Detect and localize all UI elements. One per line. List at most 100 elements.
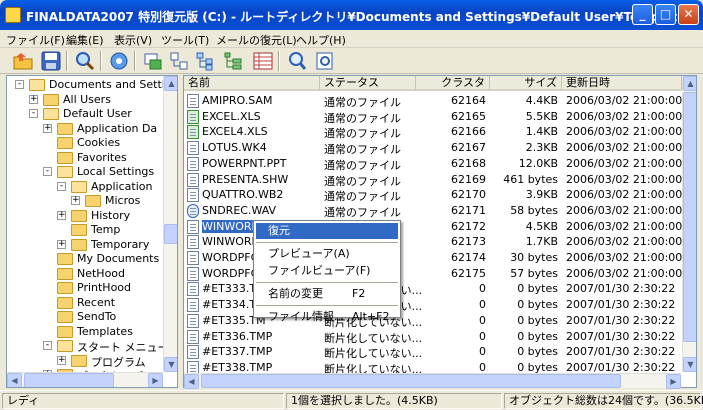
expand-toggle-icon[interactable]: + bbox=[43, 123, 52, 133]
menu-help[interactable]: ヘルプ(H) bbox=[296, 32, 346, 48]
recover-icon[interactable] bbox=[142, 50, 164, 72]
list-view-icon[interactable] bbox=[252, 50, 274, 72]
menu-view[interactable]: 表示(V) bbox=[114, 32, 152, 48]
search-icon[interactable] bbox=[74, 50, 96, 72]
scroll-right-button[interactable]: ▶ bbox=[148, 373, 163, 387]
scroll-down-button[interactable]: ▼ bbox=[164, 357, 177, 372]
expand-toggle-icon[interactable]: - bbox=[43, 167, 52, 176]
tree-item[interactable]: + Micros bbox=[7, 194, 163, 208]
tree-item[interactable]: - Documents and Settin bbox=[7, 78, 172, 92]
file-size: 5.5KB bbox=[525, 109, 558, 123]
file-name: WORDPFC bbox=[202, 251, 259, 264]
column-header-status[interactable]: ステータス bbox=[320, 76, 416, 91]
tree-item[interactable]: + Temporary bbox=[7, 238, 163, 252]
menu-edit[interactable]: 編集(E) bbox=[66, 32, 104, 48]
column-header-modified[interactable]: 更新日時 bbox=[562, 76, 682, 91]
expand-toggle-icon[interactable]: + bbox=[57, 210, 66, 220]
scroll-up-button[interactable]: ▲ bbox=[164, 76, 177, 91]
scroll-down-button[interactable]: ▼ bbox=[683, 357, 696, 372]
column-header-cluster[interactable]: クラスタ bbox=[416, 76, 490, 91]
tree-item[interactable]: Temp bbox=[7, 223, 163, 237]
tree-item[interactable]: Cookies bbox=[7, 136, 163, 150]
tree-icon[interactable] bbox=[194, 50, 216, 72]
close-button[interactable]: ✕ bbox=[678, 4, 699, 25]
column-header-size[interactable]: サイズ bbox=[490, 76, 562, 91]
tree-item[interactable]: - Default User bbox=[7, 107, 163, 121]
expand-toggle-icon[interactable]: + bbox=[29, 94, 38, 104]
tree-item-label: Cookies bbox=[77, 136, 121, 149]
table-row[interactable]: LOTUS.WK4 通常のファイル 62167 2.3KB 2006/03/02 21:… bbox=[184, 140, 682, 156]
table-row[interactable]: AMIPRO.SAM 通常のファイル 62164 4.4KB 2006/03/02 21… bbox=[184, 93, 682, 109]
tree-item[interactable]: - Local Settings bbox=[7, 165, 163, 179]
scroll-thumb[interactable] bbox=[683, 92, 696, 342]
expand-toggle-icon[interactable]: + bbox=[57, 239, 66, 249]
audio-file-icon bbox=[187, 203, 199, 218]
context-menu-item[interactable]: 名前の変更 F2 bbox=[256, 286, 398, 302]
scroll-left-button[interactable]: ◀ bbox=[7, 373, 22, 387]
menu-file[interactable]: ファイル(F) bbox=[6, 32, 65, 48]
table-row[interactable]: PRESENTA.SHW 通常のファイル 62169 461 bytes 2006/03… bbox=[184, 172, 682, 188]
tree-horizontal-scrollbar[interactable]: ◀ ▶ bbox=[7, 372, 163, 387]
settings-icon[interactable] bbox=[108, 50, 130, 72]
table-row[interactable]: EXCEL.XLS 通常のファイル 62165 5.5KB 2006/03/02 21:… bbox=[184, 109, 682, 125]
folder-icon bbox=[29, 79, 45, 91]
expand-toggle-icon[interactable]: - bbox=[43, 341, 52, 350]
column-header-name[interactable]: 名前 bbox=[184, 76, 320, 91]
file-status: 通常のファイル bbox=[324, 205, 401, 219]
maximize-button[interactable]: □ bbox=[655, 4, 676, 25]
tree-item[interactable]: Recent bbox=[7, 296, 163, 310]
table-row[interactable]: QUATTRO.WB2 通常のファイル 62170 3.9KB 2006/03/02 2… bbox=[184, 187, 682, 203]
scroll-left-button[interactable]: ◀ bbox=[184, 374, 199, 389]
tree-view-icon[interactable] bbox=[222, 50, 244, 72]
tree-item[interactable]: Templates bbox=[7, 325, 163, 339]
folder-icon bbox=[71, 238, 87, 251]
find-icon[interactable] bbox=[286, 50, 308, 72]
tree-item[interactable]: - Application bbox=[7, 180, 163, 194]
file-status: 通常のファイル bbox=[324, 96, 401, 109]
tree-item[interactable]: My Documents bbox=[7, 252, 163, 266]
title-bar[interactable]: FINALDATA2007 特別復元版 (C:) - ルートディレクトリ¥Doc… bbox=[0, 0, 703, 30]
drive-icon[interactable] bbox=[168, 50, 190, 72]
tree-item[interactable]: + プログラム bbox=[7, 354, 163, 369]
table-row[interactable]: #ET336.TMP 断片化していない... 0 0 bytes 2007/01/30 … bbox=[184, 329, 682, 345]
expand-toggle-icon[interactable]: + bbox=[71, 196, 80, 205]
context-menu-item[interactable]: ファイルビューア(F) bbox=[256, 263, 398, 279]
menu-mail-recovery[interactable]: メールの復元(L) bbox=[216, 32, 297, 48]
tree-item[interactable]: - スタート メニュー bbox=[7, 339, 169, 354]
tree-vertical-scrollbar[interactable]: ▲ ▼ bbox=[163, 76, 177, 372]
tree-item[interactable]: PrintHood bbox=[7, 281, 163, 295]
tree-item[interactable]: + All Users bbox=[7, 93, 163, 107]
context-menu-item[interactable]: プレビューア(A) bbox=[256, 246, 398, 262]
table-row[interactable]: #ET337.TMP 断片化していない... 0 0 bytes 2007/01/30 … bbox=[184, 344, 682, 360]
expand-toggle-icon[interactable]: - bbox=[57, 181, 66, 191]
tree-item[interactable]: SendTo bbox=[7, 310, 163, 324]
scroll-up-button[interactable]: ▲ bbox=[683, 76, 696, 91]
file-modified: 2006/03/02 21:00:00 bbox=[566, 172, 683, 186]
context-menu-item[interactable]: ファイル情報... Alt+F2 bbox=[256, 309, 398, 325]
tree-item[interactable]: + History bbox=[7, 209, 163, 223]
table-row[interactable]: POWERPNT.PPT 通常のファイル 62168 12.0KB 2006/03/02… bbox=[184, 156, 682, 172]
tree-item[interactable]: Favorites bbox=[7, 151, 163, 165]
file-size: 0 bytes bbox=[517, 282, 558, 296]
table-row[interactable]: SNDREC.WAV 通常のファイル 62171 58 bytes 2006/03/02… bbox=[184, 203, 682, 219]
table-row[interactable]: EXCEL4.XLS 通常のファイル 62166 1.4KB 2006/03/02 21… bbox=[184, 124, 682, 140]
open-folder-icon[interactable] bbox=[12, 50, 34, 72]
folder-tree[interactable]: - Documents and Settin + All Users - Default … bbox=[6, 75, 178, 388]
expand-toggle-icon[interactable]: - bbox=[29, 109, 38, 118]
file-modified: 2006/03/02 21:00:00 bbox=[566, 141, 683, 155]
minimize-button[interactable]: _ bbox=[632, 4, 653, 25]
menu-tools[interactable]: ツール(T) bbox=[161, 32, 209, 48]
context-menu-item[interactable]: 復元 bbox=[256, 223, 398, 239]
scroll-thumb[interactable] bbox=[164, 224, 177, 244]
expand-toggle-icon[interactable]: + bbox=[57, 355, 66, 365]
list-horizontal-scrollbar[interactable]: ◀ ▶ bbox=[184, 373, 681, 389]
scroll-right-button[interactable]: ▶ bbox=[666, 374, 681, 389]
scroll-thumb[interactable] bbox=[24, 373, 114, 387]
scroll-thumb[interactable] bbox=[201, 374, 621, 388]
save-icon[interactable] bbox=[40, 50, 62, 72]
expand-toggle-icon[interactable]: - bbox=[15, 80, 24, 89]
properties-icon[interactable] bbox=[314, 50, 336, 72]
list-vertical-scrollbar[interactable]: ▲ ▼ bbox=[682, 76, 696, 372]
tree-item[interactable]: NetHood bbox=[7, 267, 163, 281]
tree-item[interactable]: + Application Da bbox=[7, 122, 163, 136]
